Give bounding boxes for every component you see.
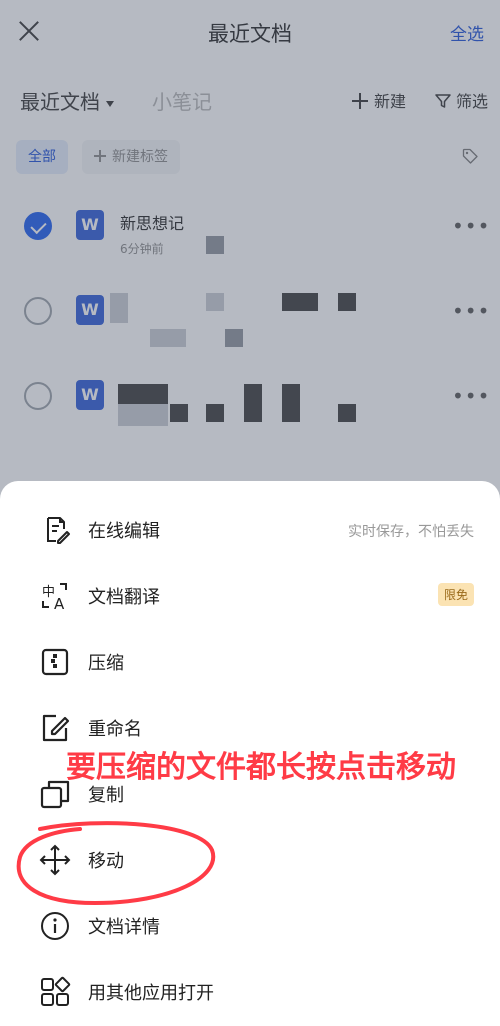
menu-item-label: 压缩 bbox=[88, 653, 124, 674]
menu-item-label: 用其他应用打开 bbox=[88, 983, 214, 1004]
free-badge: 限免 bbox=[437, 583, 474, 606]
menu-item-open-with[interactable]: 用其他应用打开 bbox=[0, 958, 500, 1024]
translate-icon: 中 A bbox=[42, 583, 67, 613]
edit-doc-icon bbox=[47, 517, 70, 544]
svg-text:A: A bbox=[54, 595, 65, 613]
menu-item-label: 文档翻译 bbox=[88, 587, 160, 608]
annotation-circle bbox=[16, 821, 216, 906]
menu-item-hint: 实时保存，不怕丢失 bbox=[348, 524, 474, 540]
menu-item-label: 文档详情 bbox=[88, 917, 160, 938]
rename-icon bbox=[42, 714, 70, 742]
menu-item-label: 重命名 bbox=[88, 719, 142, 740]
apps-icon bbox=[41, 976, 71, 1006]
compress-icon bbox=[41, 648, 69, 676]
menu-item-label: 在线编辑 bbox=[88, 521, 160, 542]
menu-item-online-edit[interactable]: 在线编辑 实时保存，不怕丢失 bbox=[0, 496, 500, 562]
menu-item-translate[interactable]: 中 A 文档翻译 限免 bbox=[0, 562, 500, 628]
menu-item-compress[interactable]: 压缩 bbox=[0, 628, 500, 694]
annotation-text: 要压缩的文件都长按点击移动 bbox=[66, 750, 456, 785]
